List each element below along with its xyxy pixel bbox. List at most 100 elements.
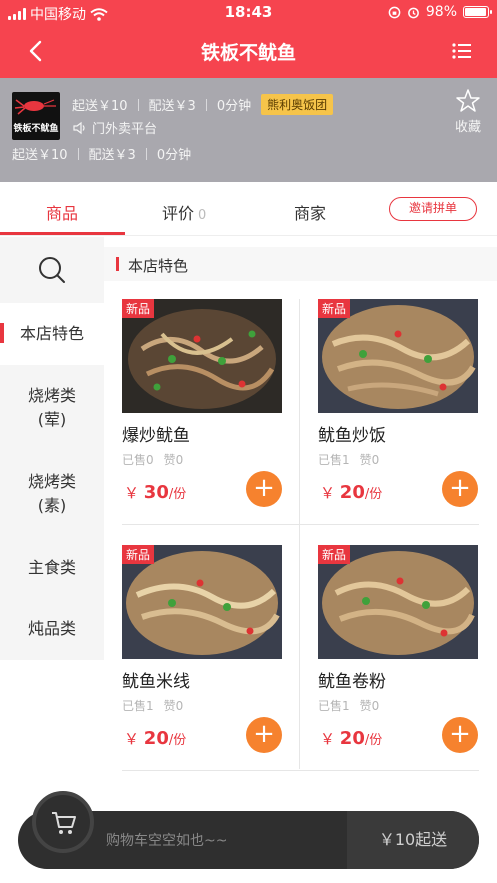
divider (205, 98, 207, 111)
price-value: 20 (339, 482, 365, 503)
lock-rotation-icon (388, 6, 401, 18)
product-price: ￥ 20/份 (320, 728, 382, 749)
category-label: 炖品类 (27, 619, 76, 638)
battery-icon (463, 6, 492, 18)
category-item-bbq-meat[interactable]: 烧烤类 (荤) (0, 365, 104, 453)
product-photo[interactable]: 新品 (318, 299, 478, 413)
product-stats: 已售1 赞0 (318, 697, 379, 714)
search-icon (39, 257, 65, 283)
favorite-button[interactable]: 收藏 (451, 88, 485, 135)
tab-merchant[interactable]: 商家 (294, 200, 326, 224)
announcement-row[interactable]: 门外卖平台 (72, 118, 157, 137)
category-label: 烧烤类 (27, 472, 76, 491)
price-value: 20 (143, 728, 169, 749)
category-item-stews[interactable]: 炖品类 (0, 601, 104, 660)
alarm-icon (407, 7, 419, 18)
category-item-bbq-veg[interactable]: 烧烤类 (素) (0, 453, 104, 539)
section-marker (116, 257, 119, 271)
delivery-fee-text: 配送￥3 (148, 99, 196, 114)
shop-logo-text: 铁板不鱿鱼 (13, 124, 59, 134)
add-to-cart-button[interactable]: + (442, 471, 478, 507)
add-to-cart-button[interactable]: + (246, 471, 282, 507)
product-stats: 已售0 赞0 (122, 451, 183, 468)
delivery-time-text-2: 0分钟 (156, 148, 192, 163)
product-name: 鱿鱼炒饭 (318, 426, 386, 446)
add-to-cart-button[interactable]: + (246, 717, 282, 753)
price-value: 30 (143, 482, 169, 503)
reviews-count: 0 (198, 208, 207, 223)
category-sublabel: (素) (37, 496, 67, 515)
tab-reviews-label: 评价 (162, 204, 195, 223)
shop-info-panel: 铁板不鱿鱼 起送￥10 配送￥3 0分钟 熊利奥饭团 门外卖平台 起送￥10 配… (0, 78, 497, 182)
product-name: 爆炒鱿鱼 (122, 426, 190, 446)
page-title: 铁板不鱿鱼 (200, 42, 296, 64)
category-sublabel: (荤) (37, 410, 67, 429)
list-menu-icon[interactable] (447, 37, 477, 65)
tab-products[interactable]: 商品 (46, 200, 78, 224)
search-button[interactable] (0, 237, 104, 303)
new-tag: 新品 (318, 299, 351, 318)
category-label: 烧烤类 (27, 386, 76, 405)
product-photo[interactable]: 新品 (122, 299, 282, 413)
product-list: 本店特色 新品 爆炒鱿鱼 已售0 赞0 ￥ 30/份 + 新品 鱿鱼炒饭 已售1… (104, 237, 497, 827)
new-tag: 新品 (122, 545, 155, 564)
sold-count: 已售0 (122, 453, 154, 467)
currency: ￥ (124, 730, 140, 748)
delivery-info-row-2: 起送￥10 配送￥3 0分钟 (12, 144, 191, 163)
battery-percent: 98% (425, 4, 457, 20)
active-tab-indicator (0, 232, 125, 235)
product-card[interactable]: 新品 鱿鱼炒饭 已售1 赞0 ￥ 20/份 + (318, 299, 497, 525)
checkout-button[interactable]: ￥10起送 (347, 811, 479, 869)
currency: ￥ (320, 484, 336, 502)
favorite-label: 收藏 (454, 120, 481, 135)
product-card[interactable]: 新品 鱿鱼卷粉 已售1 赞0 ￥ 20/份 + (318, 545, 497, 771)
announcement-text: 门外卖平台 (92, 122, 158, 137)
category-item-staples[interactable]: 主食类 (0, 539, 104, 601)
new-tag: 新品 (318, 545, 351, 564)
tab-bar: 商品 评价 0 商家 邀请拼单 (0, 182, 497, 236)
likes-count: 赞0 (359, 699, 380, 713)
delivery-fee-text-2: 配送￥3 (88, 148, 136, 163)
product-photo[interactable]: 新品 (318, 545, 478, 659)
sold-count: 已售1 (122, 699, 154, 713)
product-price: ￥ 30/份 (124, 482, 186, 503)
add-to-cart-button[interactable]: + (442, 717, 478, 753)
product-stats: 已售1 赞0 (318, 451, 379, 468)
status-right: 98% (388, 4, 492, 20)
sold-count: 已售1 (318, 453, 350, 467)
star-icon (456, 89, 480, 112)
section-header: 本店特色 (104, 247, 497, 281)
product-name: 鱿鱼米线 (122, 672, 190, 692)
product-price: ￥ 20/份 (320, 482, 382, 503)
invite-group-order-button[interactable]: 邀请拼单 (389, 197, 477, 221)
category-label: 本店特色 (19, 324, 84, 343)
product-stats: 已售1 赞0 (122, 697, 183, 714)
currency: ￥ (320, 730, 336, 748)
tab-reviews[interactable]: 评价 0 (162, 200, 206, 224)
group-badge: 熊利奥饭团 (261, 94, 334, 115)
product-price: ￥ 20/份 (124, 728, 186, 749)
category-sidebar: 本店特色 烧烤类 (荤) 烧烤类 (素) 主食类 炖品类 (0, 237, 104, 827)
section-title: 本店特色 (128, 257, 189, 275)
product-card[interactable]: 新品 爆炒鱿鱼 已售0 赞0 ￥ 30/份 + (122, 299, 302, 525)
price-unit: /份 (168, 487, 187, 502)
divider (77, 147, 79, 160)
price-unit: /份 (364, 487, 383, 502)
product-photo[interactable]: 新品 (122, 545, 282, 659)
shop-logo[interactable]: 铁板不鱿鱼 (12, 92, 60, 140)
min-order-text: 起送￥10 (72, 99, 128, 114)
min-order-text-2: 起送￥10 (12, 148, 68, 163)
app-header: 铁板不鱿鱼 (0, 24, 497, 78)
delivery-time-text: 0分钟 (216, 99, 252, 114)
cart-empty-text: 购物车空空如也~~ (106, 833, 228, 849)
cart-button[interactable] (32, 791, 94, 853)
product-name: 鱿鱼卷粉 (318, 672, 386, 692)
status-bar: 中国移动 18:43 98% (0, 0, 497, 24)
product-card[interactable]: 新品 鱿鱼米线 已售1 赞0 ￥ 20/份 + (122, 545, 302, 771)
delivery-info-row: 起送￥10 配送￥3 0分钟 熊利奥饭团 (72, 94, 334, 115)
category-item-specialty[interactable]: 本店特色 (0, 303, 104, 365)
currency: ￥ (124, 484, 140, 502)
likes-count: 赞0 (163, 453, 184, 467)
category-label: 主食类 (27, 558, 76, 577)
price-value: 20 (339, 728, 365, 749)
